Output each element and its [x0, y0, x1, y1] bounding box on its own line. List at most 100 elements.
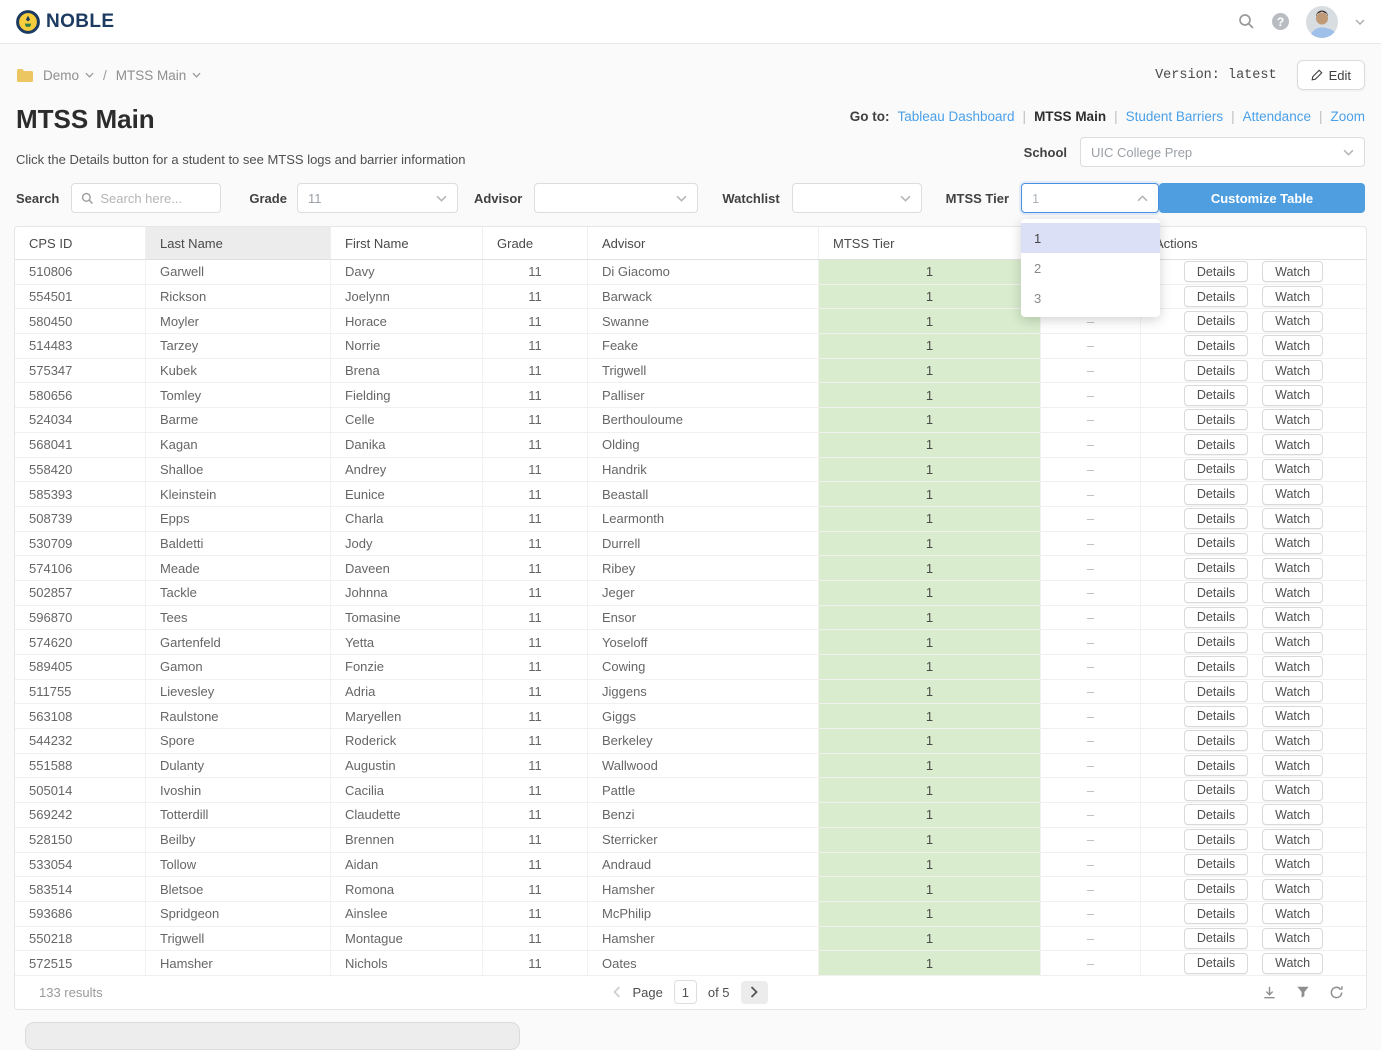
watch-button[interactable]: Watch [1262, 656, 1323, 677]
watch-button[interactable]: Watch [1262, 928, 1323, 949]
mtss-tier-option-1[interactable]: 1 [1021, 223, 1160, 253]
details-button[interactable]: Details [1184, 311, 1248, 332]
watch-button[interactable]: Watch [1262, 879, 1323, 900]
cell-cps-id: 563108 [15, 704, 146, 728]
watch-button[interactable]: Watch [1262, 409, 1323, 430]
column-header-cps-id[interactable]: CPS ID [15, 227, 146, 259]
watch-button[interactable]: Watch [1262, 854, 1323, 875]
details-button[interactable]: Details [1184, 261, 1248, 282]
column-header-mtss-tier[interactable]: MTSS Tier [819, 227, 1041, 259]
details-button[interactable]: Details [1184, 360, 1248, 381]
details-button[interactable]: Details [1184, 558, 1248, 579]
edit-button[interactable]: Edit [1297, 60, 1365, 90]
details-button[interactable]: Details [1184, 804, 1248, 825]
cell-mtss-tier: 1 [819, 581, 1041, 605]
refresh-icon[interactable] [1329, 985, 1344, 1000]
details-button[interactable]: Details [1184, 829, 1248, 850]
details-button[interactable]: Details [1184, 706, 1248, 727]
watch-button[interactable]: Watch [1262, 632, 1323, 653]
page-number-input[interactable] [674, 980, 697, 1004]
watch-button[interactable]: Watch [1262, 706, 1323, 727]
mtss-tier-select[interactable]: 1 [1021, 183, 1159, 213]
details-button[interactable]: Details [1184, 385, 1248, 406]
search-input[interactable] [100, 191, 211, 206]
watch-button[interactable]: Watch [1262, 829, 1323, 850]
watch-button[interactable]: Watch [1262, 484, 1323, 505]
details-button[interactable]: Details [1184, 903, 1248, 924]
watch-button[interactable]: Watch [1262, 459, 1323, 480]
watch-button[interactable]: Watch [1262, 360, 1323, 381]
details-button[interactable]: Details [1184, 607, 1248, 628]
details-button[interactable]: Details [1184, 854, 1248, 875]
watch-button[interactable]: Watch [1262, 903, 1323, 924]
watchlist-select[interactable] [792, 183, 922, 213]
watch-button[interactable]: Watch [1262, 582, 1323, 603]
goto-link-student-barriers[interactable]: Student Barriers [1126, 109, 1224, 124]
watch-button[interactable]: Watch [1262, 607, 1323, 628]
goto-link-tableau-dashboard[interactable]: Tableau Dashboard [897, 109, 1014, 124]
watch-button[interactable]: Watch [1262, 261, 1323, 282]
details-button[interactable]: Details [1184, 508, 1248, 529]
avatar[interactable] [1306, 6, 1338, 38]
column-header-grade[interactable]: Grade [483, 227, 588, 259]
details-button[interactable]: Details [1184, 928, 1248, 949]
cell-empty: – [1041, 853, 1141, 877]
goto-link-mtss-main[interactable]: MTSS Main [1034, 109, 1106, 124]
column-header-last-name[interactable]: Last Name [146, 227, 331, 259]
customize-table-button[interactable]: Customize Table [1159, 183, 1365, 213]
advisor-select[interactable] [534, 183, 698, 213]
grade-select[interactable]: 11 [297, 183, 458, 213]
details-button[interactable]: Details [1184, 656, 1248, 677]
watch-button[interactable]: Watch [1262, 804, 1323, 825]
search-icon[interactable] [1238, 13, 1255, 30]
details-button[interactable]: Details [1184, 780, 1248, 801]
watch-button[interactable]: Watch [1262, 508, 1323, 529]
details-button[interactable]: Details [1184, 953, 1248, 974]
watch-button[interactable]: Watch [1262, 681, 1323, 702]
watch-button[interactable]: Watch [1262, 434, 1323, 455]
mtss-tier-option-3[interactable]: 3 [1021, 283, 1160, 313]
details-button[interactable]: Details [1184, 632, 1248, 653]
details-button[interactable]: Details [1184, 681, 1248, 702]
details-button[interactable]: Details [1184, 533, 1248, 554]
cell-cps-id: 585393 [15, 482, 146, 506]
watch-button[interactable]: Watch [1262, 755, 1323, 776]
details-button[interactable]: Details [1184, 434, 1248, 455]
watch-button[interactable]: Watch [1262, 558, 1323, 579]
school-select[interactable]: UIC College Prep [1080, 137, 1365, 167]
details-button[interactable]: Details [1184, 286, 1248, 307]
chevron-right-icon[interactable] [741, 981, 768, 1004]
details-button[interactable]: Details [1184, 879, 1248, 900]
help-icon[interactable]: ? [1272, 13, 1289, 30]
details-button[interactable]: Details [1184, 409, 1248, 430]
goto-link-attendance[interactable]: Attendance [1243, 109, 1311, 124]
chevron-left-icon[interactable] [613, 986, 621, 998]
mtss-tier-option-2[interactable]: 2 [1021, 253, 1160, 283]
breadcrumb-item-mtss-main[interactable]: MTSS Main [116, 68, 202, 83]
details-button[interactable]: Details [1184, 484, 1248, 505]
watch-button[interactable]: Watch [1262, 730, 1323, 751]
chevron-down-icon[interactable] [1355, 19, 1365, 25]
breadcrumb-item-demo[interactable]: Demo [43, 68, 94, 83]
watch-button[interactable]: Watch [1262, 385, 1323, 406]
column-header-advisor[interactable]: Advisor [588, 227, 819, 259]
watch-button[interactable]: Watch [1262, 953, 1323, 974]
column-header-first-name[interactable]: First Name [331, 227, 483, 259]
watch-button[interactable]: Watch [1262, 311, 1323, 332]
download-icon[interactable] [1262, 985, 1277, 1000]
watch-button[interactable]: Watch [1262, 286, 1323, 307]
watch-button[interactable]: Watch [1262, 533, 1323, 554]
watch-button[interactable]: Watch [1262, 335, 1323, 356]
details-button[interactable]: Details [1184, 459, 1248, 480]
details-button[interactable]: Details [1184, 335, 1248, 356]
noble-logo[interactable]: NOBLE [16, 10, 115, 34]
details-button[interactable]: Details [1184, 755, 1248, 776]
column-header-actions[interactable]: Actions [1141, 227, 1366, 259]
filter-icon[interactable] [1296, 985, 1310, 999]
watch-button[interactable]: Watch [1262, 780, 1323, 801]
details-button[interactable]: Details [1184, 730, 1248, 751]
page-label: Page [632, 985, 662, 1000]
details-button[interactable]: Details [1184, 582, 1248, 603]
cell-mtss-tier: 1 [819, 285, 1041, 309]
goto-link-zoom[interactable]: Zoom [1330, 109, 1365, 124]
